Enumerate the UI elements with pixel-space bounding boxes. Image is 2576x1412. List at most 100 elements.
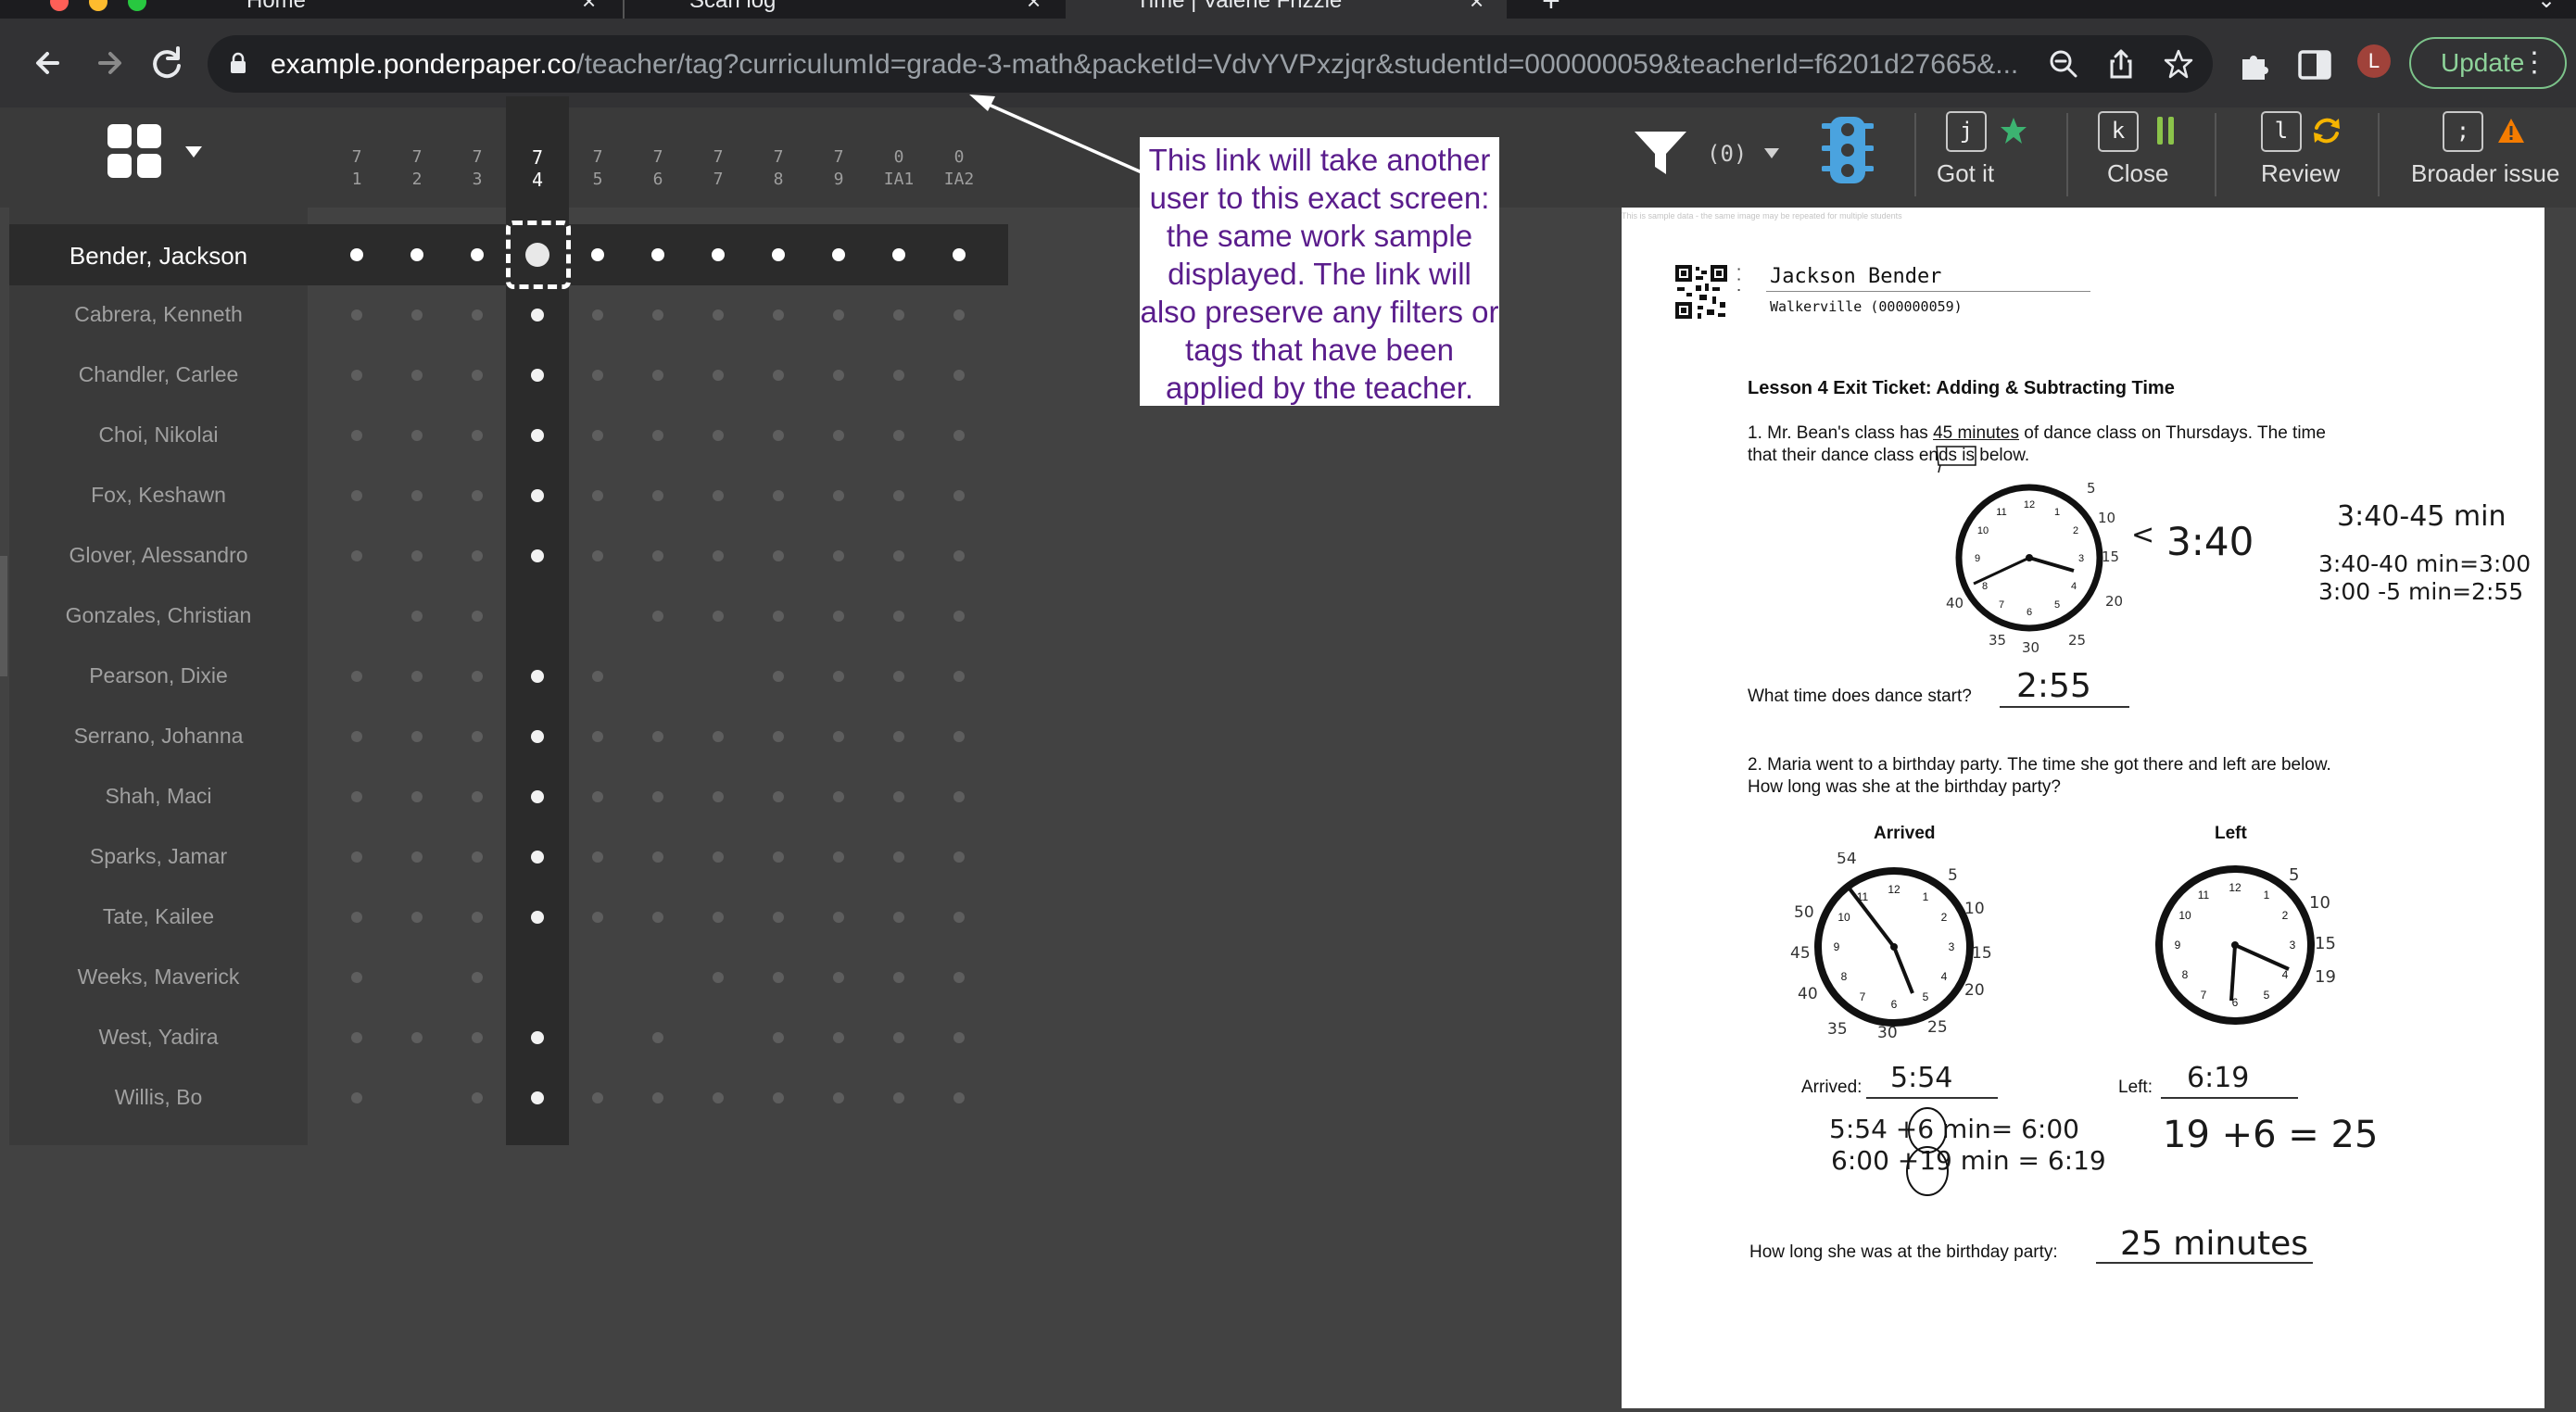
work-sample-dot[interactable]: [411, 731, 423, 742]
work-sample-dot[interactable]: [953, 671, 965, 682]
work-sample-dot[interactable]: [351, 791, 362, 802]
work-sample-dot[interactable]: [652, 731, 663, 742]
work-sample-dot[interactable]: [592, 490, 603, 501]
reload-icon[interactable]: [145, 41, 189, 85]
work-sample-dot[interactable]: [773, 550, 784, 561]
work-sample-dot[interactable]: [472, 430, 483, 441]
lesson-column-header[interactable]: 0 IA2: [931, 146, 987, 191]
work-sample-dot[interactable]: [833, 430, 844, 441]
work-sample-dot[interactable]: [652, 490, 663, 501]
work-sample-dot[interactable]: [713, 912, 724, 923]
work-sample-dot[interactable]: [773, 1032, 784, 1043]
app-grid-menu-icon[interactable]: [107, 124, 163, 180]
zoom-out-icon[interactable]: [2048, 48, 2079, 80]
work-sample-dot[interactable]: [713, 731, 724, 742]
work-sample-dot[interactable]: [773, 671, 784, 682]
work-sample-dot[interactable]: [411, 370, 423, 381]
work-sample-dot[interactable]: [351, 490, 362, 501]
work-sample-dot[interactable]: [472, 611, 483, 622]
work-sample-dot[interactable]: [833, 972, 844, 983]
work-sample-dot[interactable]: [592, 370, 603, 381]
work-sample-dot[interactable]: [411, 550, 423, 561]
tab-home[interactable]: Home: [246, 0, 306, 15]
work-sample-dot[interactable]: [893, 611, 904, 622]
extensions-puzzle-icon[interactable]: [2237, 46, 2274, 83]
student-name-row[interactable]: Willis, Bo: [9, 1085, 308, 1110]
work-sample-dot[interactable]: [531, 489, 544, 502]
work-sample-dot[interactable]: [652, 1032, 663, 1043]
work-sample-dot[interactable]: [833, 912, 844, 923]
selected-cell-focus[interactable]: [506, 221, 571, 289]
lesson-column-header[interactable]: 79: [811, 146, 866, 191]
work-sample-dot[interactable]: [953, 309, 965, 321]
work-sample-dot[interactable]: [472, 1092, 483, 1103]
lesson-column-header[interactable]: 76: [630, 146, 686, 191]
student-name-row[interactable]: Choi, Nikolai: [9, 422, 308, 448]
lesson-column-header[interactable]: 74: [510, 146, 565, 191]
lesson-column-header[interactable]: 77: [690, 146, 746, 191]
work-sample-dot[interactable]: [713, 370, 724, 381]
work-sample-dot[interactable]: [833, 309, 844, 321]
work-sample-dot[interactable]: [351, 1032, 362, 1043]
work-sample-dot[interactable]: [531, 1031, 544, 1044]
work-sample-dot[interactable]: [350, 248, 363, 261]
filter-funnel-icon[interactable]: [1633, 128, 1688, 178]
work-sample-dot[interactable]: [472, 370, 483, 381]
work-sample-dot[interactable]: [713, 851, 724, 863]
work-sample-dot[interactable]: [772, 248, 785, 261]
work-sample-dot[interactable]: [652, 550, 663, 561]
url-text[interactable]: example.ponderpaper.co/teacher/tag?curri…: [271, 49, 2031, 81]
close-icon[interactable]: ×: [1470, 0, 1484, 15]
work-sample-dot[interactable]: [472, 671, 483, 682]
work-sample-dot[interactable]: [892, 248, 905, 261]
work-sample-dot[interactable]: [592, 791, 603, 802]
work-sample-dot[interactable]: [652, 1092, 663, 1103]
work-sample-dot[interactable]: [953, 851, 965, 863]
lesson-column-header[interactable]: 75: [570, 146, 625, 191]
work-sample-dot[interactable]: [472, 1032, 483, 1043]
work-sample-dot[interactable]: [351, 370, 362, 381]
work-sample-dot[interactable]: [773, 912, 784, 923]
work-sample-dot[interactable]: [531, 790, 544, 803]
student-name-row[interactable]: Weeks, Maverick: [9, 964, 308, 990]
work-sample-dot[interactable]: [351, 1092, 362, 1103]
work-sample-dot[interactable]: [713, 1092, 724, 1103]
work-sample-dot[interactable]: [411, 671, 423, 682]
work-sample-dot[interactable]: [592, 912, 603, 923]
work-sample-dot[interactable]: [893, 370, 904, 381]
work-sample-dot[interactable]: [592, 671, 603, 682]
work-sample-dot[interactable]: [773, 731, 784, 742]
student-name-row[interactable]: Pearson, Dixie: [9, 663, 308, 688]
work-sample-dot[interactable]: [411, 490, 423, 501]
new-tab-button[interactable]: +: [1542, 0, 1560, 17]
work-sample-dot[interactable]: [531, 369, 544, 382]
work-sample-dot[interactable]: [833, 370, 844, 381]
lock-icon[interactable]: [230, 52, 246, 74]
window-minimize-dot[interactable]: [89, 0, 107, 11]
work-sample-dot[interactable]: [893, 550, 904, 561]
work-sample-dot[interactable]: [652, 851, 663, 863]
work-sample-dot[interactable]: [472, 731, 483, 742]
work-sample-dot[interactable]: [472, 972, 483, 983]
student-name-row[interactable]: Shah, Maci: [9, 784, 308, 809]
work-sample-dot[interactable]: [833, 490, 844, 501]
work-sample-dot[interactable]: [592, 309, 603, 321]
work-sample-dot[interactable]: [893, 309, 904, 321]
work-sample-dot[interactable]: [351, 430, 362, 441]
work-sample-dot[interactable]: [953, 791, 965, 802]
student-name-row[interactable]: Serrano, Johanna: [9, 724, 308, 749]
work-sample-dot[interactable]: [893, 912, 904, 923]
work-sample-dot[interactable]: [953, 430, 965, 441]
work-sample-dot[interactable]: [713, 972, 724, 983]
work-sample-dot[interactable]: [833, 731, 844, 742]
lesson-column-header[interactable]: 78: [751, 146, 806, 191]
work-sample-dot[interactable]: [893, 851, 904, 863]
work-sample-dot[interactable]: [531, 429, 544, 442]
work-sample-dot[interactable]: [893, 1092, 904, 1103]
work-sample-dot[interactable]: [893, 430, 904, 441]
lesson-column-header[interactable]: 0 IA1: [871, 146, 927, 191]
close-icon[interactable]: ×: [582, 0, 596, 15]
work-sample-dot[interactable]: [893, 1032, 904, 1043]
work-sample-dot[interactable]: [531, 670, 544, 683]
profile-avatar[interactable]: L: [2357, 44, 2391, 78]
